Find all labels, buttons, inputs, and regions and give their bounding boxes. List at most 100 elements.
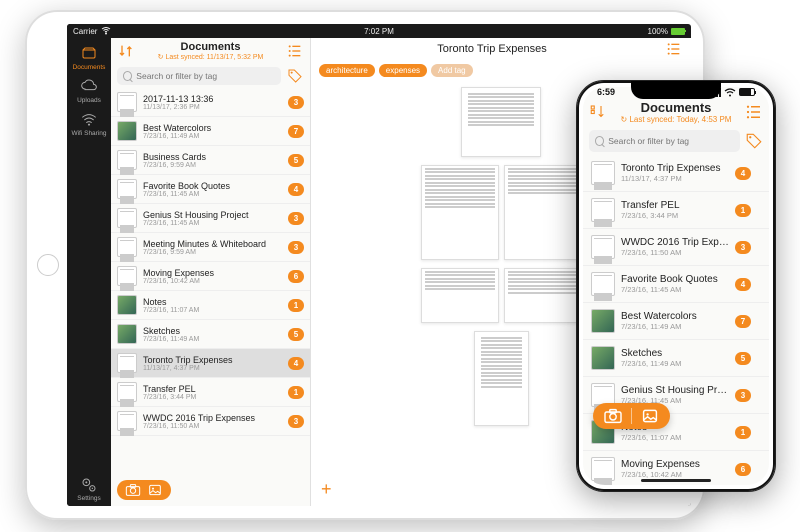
document-text: Genius St Housing Project 7/23/16, 11:45… — [143, 210, 282, 227]
page-thumbnail[interactable] — [421, 268, 581, 323]
document-date: 7/23/16, 11:49 AM — [621, 359, 729, 368]
document-row[interactable]: Moving Expenses 7/23/16, 10:42 AM 6 — [111, 262, 310, 291]
document-row[interactable]: Sketches 7/23/16, 11:49 AM 5 — [583, 340, 769, 377]
document-row[interactable]: Business Cards 7/23/16, 9:59 AM 5 — [111, 146, 310, 175]
list-view-icon[interactable] — [286, 42, 304, 60]
page-thumbnail[interactable] — [474, 331, 529, 426]
document-title: WWDC 2016 Trip Expenses — [621, 237, 729, 248]
camera-icon — [603, 408, 623, 424]
document-text: Business Cards 7/23/16, 9:59 AM — [143, 152, 282, 169]
sidebar-item-wifi-sharing[interactable]: Wifi Sharing — [67, 108, 111, 141]
page-count-badge: 3 — [288, 212, 304, 225]
content-title: Toronto Trip Expenses — [319, 43, 665, 55]
iphone-device: 6:59 Documents ↻ Last synced: Today, 4:5… — [576, 80, 776, 492]
document-row[interactable]: 2017-11-13 13:36 11/13/17, 2:36 PM 3 — [111, 88, 310, 117]
search-input-container[interactable] — [589, 130, 740, 152]
tag-filter-icon[interactable] — [286, 67, 304, 85]
document-text: Favorite Book Quotes 7/23/16, 11:45 AM — [143, 181, 282, 198]
status-time: 6:59 — [597, 87, 615, 97]
document-row[interactable]: Toronto Trip Expenses 11/13/17, 4:37 PM … — [583, 155, 769, 192]
wifi-icon — [79, 112, 99, 128]
document-title: Notes — [143, 297, 282, 307]
capture-pill[interactable] — [593, 403, 670, 429]
list-view-icon[interactable] — [665, 40, 683, 58]
iphone-screen: 6:59 Documents ↻ Last synced: Today, 4:5… — [583, 87, 769, 485]
document-title: 2017-11-13 13:36 — [143, 94, 282, 104]
document-row[interactable]: Best Watercolors 7/23/16, 11:49 AM 7 — [111, 117, 310, 146]
page-thumbnail[interactable] — [421, 165, 581, 260]
page-thumbnail[interactable] — [461, 87, 541, 157]
document-text: Best Watercolors 7/23/16, 11:49 AM — [143, 123, 282, 140]
document-title: Sketches — [143, 326, 282, 336]
wifi-icon — [101, 27, 111, 35]
page-count-badge: 3 — [288, 415, 304, 428]
document-row[interactable]: Favorite Book Quotes 7/23/16, 11:45 AM 4 — [111, 175, 310, 204]
document-row[interactable]: Genius St Housing Project 7/23/16, 11:45… — [111, 204, 310, 233]
document-date: 7/23/16, 11:49 AM — [143, 336, 282, 343]
document-row[interactable]: Sketches 7/23/16, 11:49 AM 5 — [111, 320, 310, 349]
document-thumbnail — [591, 235, 615, 259]
sort-icon[interactable] — [117, 42, 135, 60]
document-title: Best Watercolors — [143, 123, 282, 133]
capture-pill[interactable] — [117, 480, 171, 500]
document-row[interactable]: Meeting Minutes & Whiteboard 7/23/16, 9:… — [111, 233, 310, 262]
add-tag-chip[interactable]: Add tag — [431, 64, 473, 77]
panel-title: Documents — [140, 41, 281, 53]
document-list[interactable]: Toronto Trip Expenses 11/13/17, 4:37 PM … — [583, 155, 769, 485]
document-date: 7/23/16, 11:50 AM — [621, 248, 729, 257]
document-row[interactable]: Transfer PEL 7/23/16, 3:44 PM 1 — [583, 192, 769, 229]
wifi-icon — [724, 88, 736, 97]
tag-filter-icon[interactable] — [745, 132, 763, 150]
document-text: Genius St Housing Project 7/23/16, 11:45… — [621, 385, 729, 405]
document-date: 7/23/16, 3:44 PM — [621, 211, 729, 220]
document-list[interactable]: 2017-11-13 13:36 11/13/17, 2:36 PM 3 Bes… — [111, 88, 310, 474]
page-count-badge: 7 — [735, 315, 751, 328]
sort-icon[interactable] — [589, 103, 607, 121]
document-text: Moving Expenses 7/23/16, 10:42 AM — [621, 459, 729, 479]
document-thumbnail — [591, 272, 615, 296]
document-row[interactable]: Toronto Trip Expenses 11/13/17, 4:37 PM … — [111, 349, 310, 378]
sidebar-item-settings[interactable]: Settings — [67, 473, 111, 506]
document-text: Transfer PEL 7/23/16, 3:44 PM — [621, 200, 729, 220]
sidebar-item-uploads[interactable]: Uploads — [67, 75, 111, 108]
document-title: Genius St Housing Project — [621, 385, 729, 396]
home-indicator[interactable] — [641, 479, 711, 482]
sidebar-item-documents[interactable]: Documents — [67, 42, 111, 75]
search-input-container[interactable] — [117, 67, 281, 85]
page-count-badge: 4 — [288, 183, 304, 196]
battery-icon — [671, 28, 685, 35]
page-count-badge: 6 — [288, 270, 304, 283]
document-thumbnail — [591, 161, 615, 185]
document-date: 7/23/16, 11:45 AM — [143, 191, 282, 198]
content-header: Toronto Trip Expenses — [311, 38, 691, 60]
tag-chip[interactable]: expenses — [379, 64, 427, 77]
document-text: Moving Expenses 7/23/16, 10:42 AM — [143, 268, 282, 285]
document-thumbnail — [117, 266, 137, 286]
tag-chip[interactable]: architecture — [319, 64, 375, 77]
search-icon — [123, 71, 132, 81]
document-thumbnail — [117, 208, 137, 228]
search-input[interactable] — [136, 71, 275, 81]
home-button[interactable] — [37, 254, 59, 276]
search-input[interactable] — [608, 136, 734, 146]
document-date: 7/23/16, 11:45 AM — [143, 220, 282, 227]
page-count-badge: 1 — [288, 386, 304, 399]
document-title: Transfer PEL — [621, 200, 729, 211]
sidebar-label: Settings — [77, 495, 101, 502]
panel-header: Documents ↻ Last synced: Today, 4:53 PM — [583, 97, 769, 127]
document-text: 2017-11-13 13:36 11/13/17, 2:36 PM — [143, 94, 282, 111]
document-row[interactable]: Transfer PEL 7/23/16, 3:44 PM 1 — [111, 378, 310, 407]
document-row[interactable]: Best Watercolors 7/23/16, 11:49 AM 7 — [583, 303, 769, 340]
documents-panel: Documents ↻ Last synced: 11/13/17, 5:32 … — [111, 24, 311, 506]
list-view-icon[interactable] — [745, 103, 763, 121]
document-text: Notes 7/23/16, 11:07 AM — [143, 297, 282, 314]
document-row[interactable]: Notes 7/23/16, 11:07 AM 1 — [111, 291, 310, 320]
add-page-button[interactable]: + — [321, 479, 332, 500]
document-row[interactable]: Favorite Book Quotes 7/23/16, 11:45 AM 4 — [583, 266, 769, 303]
page-count-badge: 4 — [735, 167, 751, 180]
document-row[interactable]: WWDC 2016 Trip Expenses 7/23/16, 11:50 A… — [111, 407, 310, 436]
page-count-badge: 5 — [288, 154, 304, 167]
document-row[interactable]: WWDC 2016 Trip Expenses 7/23/16, 11:50 A… — [583, 229, 769, 266]
document-text: Transfer PEL 7/23/16, 3:44 PM — [143, 384, 282, 401]
ipad-status-bar: Carrier 7:02 PM 100% — [67, 24, 691, 38]
